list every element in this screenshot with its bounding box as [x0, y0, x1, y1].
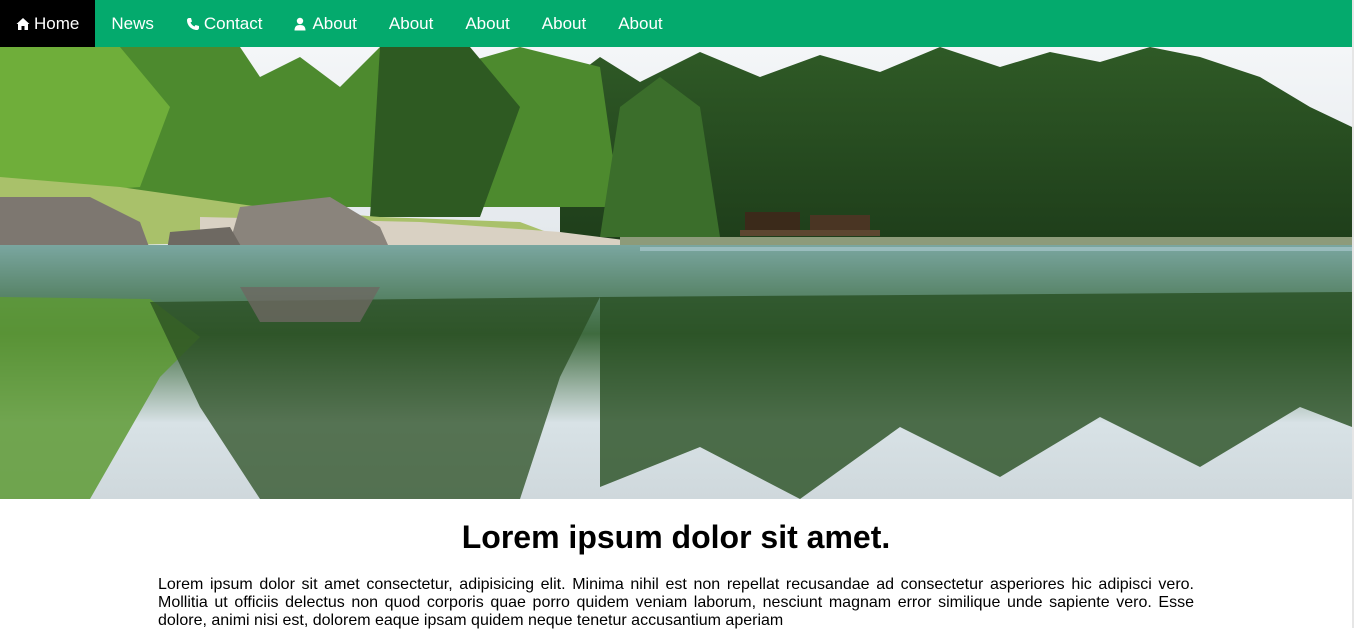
article-title: Lorem ipsum dolor sit amet. [461, 519, 891, 555]
nav-item-label: About [541, 13, 587, 33]
main-content: Lorem ipsum dolor sit amet. Lorem ipsum … [0, 499, 1352, 630]
nav-item-label: About [618, 13, 663, 33]
top-navigation: Home News Contact About About About Abou… [0, 0, 1352, 47]
nav-item-about[interactable]: About [526, 0, 602, 47]
home-icon [16, 17, 30, 31]
nav-item-label: About [312, 13, 357, 33]
nav-item-about-user[interactable]: About [278, 0, 372, 47]
nav-item-label: About [465, 13, 510, 33]
nav-item-label: Contact [203, 13, 263, 33]
phone-icon [186, 17, 200, 31]
nav-item-about[interactable]: About [373, 0, 449, 47]
user-icon [294, 17, 308, 31]
article-body: Lorem ipsum dolor sit amet consectetur, … [158, 576, 1194, 629]
nav-item-label: News [111, 13, 154, 33]
nav-item-about[interactable]: About [602, 0, 678, 47]
nav-item-contact[interactable]: Contact [170, 0, 279, 47]
nav-item-news[interactable]: News [95, 0, 170, 47]
nav-item-label: Home [34, 13, 80, 33]
hero-image [0, 47, 1352, 499]
nav-item-label: About [388, 13, 434, 33]
nav-item-about[interactable]: About [449, 0, 525, 47]
nav-item-home[interactable]: Home [0, 0, 96, 47]
lake-forest-reflection-image [0, 47, 1352, 499]
